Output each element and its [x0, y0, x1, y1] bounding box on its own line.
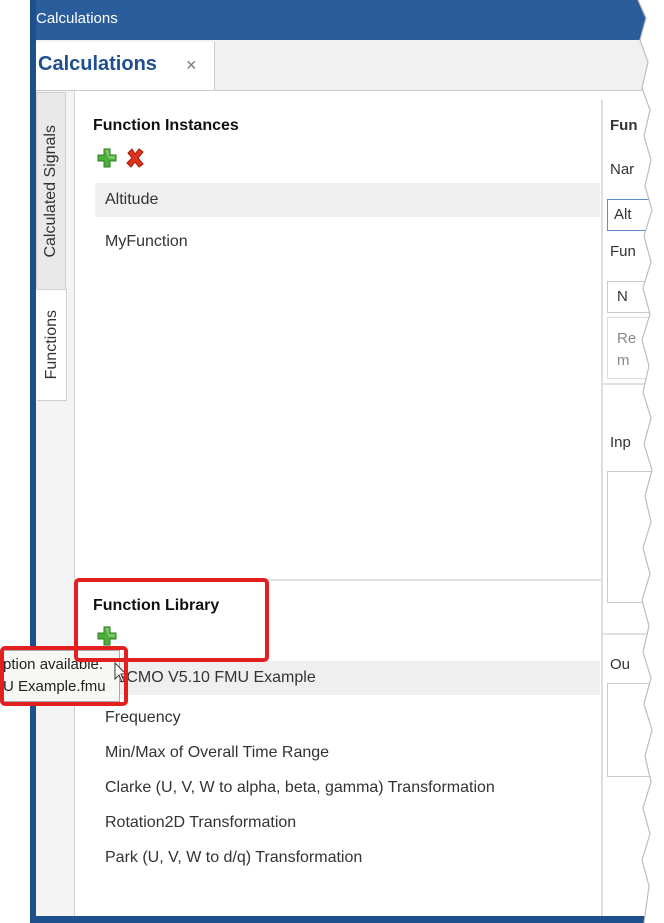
tab-label: Calculations — [38, 53, 157, 75]
instance-altitude[interactable]: Altitude — [95, 183, 600, 217]
instance-myfunction[interactable]: MyFunction — [95, 225, 600, 259]
library-item-ascmo-fmu[interactable]: ASCMO V5.10 FMU Example — [95, 661, 600, 695]
vertical-tab-calculated-signals[interactable]: Calculated Signals — [36, 92, 66, 290]
function-instances-title: Function Instances — [93, 117, 239, 134]
vertical-tab-label: Functions — [43, 310, 60, 380]
torn-edge-decoration — [637, 0, 664, 923]
library-item-minmax[interactable]: Min/Max of Overall Time Range — [95, 736, 600, 770]
library-item-park[interactable]: Park (U, V, W to d/q) Transformation — [95, 841, 600, 875]
delete-instance-icon[interactable] — [124, 147, 146, 169]
window-frame-bottom — [30, 916, 664, 923]
library-item-frequency[interactable]: Frequency — [95, 701, 600, 735]
window-title-bar: Calculations — [30, 0, 664, 40]
highlight-box-tooltip — [0, 646, 128, 706]
library-item-clarke[interactable]: Clarke (U, V, W to alpha, beta, gamma) T… — [95, 771, 600, 805]
vertical-tab-label: Calculated Signals — [42, 124, 59, 258]
tab-calculations[interactable]: Calculations × — [36, 42, 215, 90]
library-item-rotation2d[interactable]: Rotation2D Transformation — [95, 806, 600, 840]
add-instance-icon[interactable] — [96, 147, 118, 169]
close-icon[interactable]: × — [186, 55, 197, 76]
vertical-tab-functions[interactable]: Functions — [36, 289, 67, 401]
window-title: Calculations — [36, 10, 118, 27]
